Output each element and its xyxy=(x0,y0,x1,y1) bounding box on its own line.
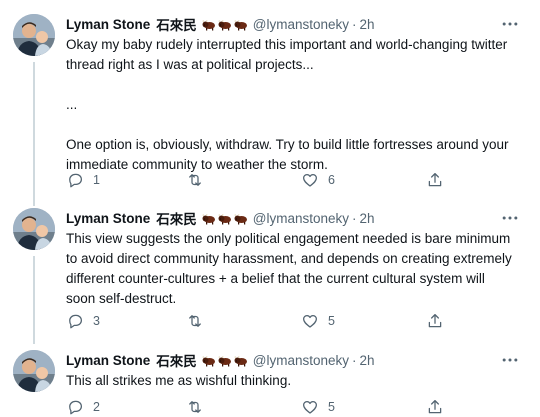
reply-button[interactable]: 3 xyxy=(66,312,186,330)
tweet-actions: 3 5 xyxy=(66,310,461,332)
author-name-cjk[interactable]: 石來民 xyxy=(156,14,197,34)
tweet-text-line: to avoid direct community harassment, an… xyxy=(66,251,512,266)
reply-count: 1 xyxy=(93,173,100,187)
tweet-text-line: thread right as I was at political proje… xyxy=(66,57,314,72)
like-count: 5 xyxy=(328,400,335,414)
share-icon xyxy=(426,398,444,416)
share-button[interactable] xyxy=(426,398,444,416)
bison-emoji-icon xyxy=(202,19,216,30)
share-icon xyxy=(426,171,444,189)
separator-dot: · xyxy=(352,210,357,226)
more-options-button[interactable] xyxy=(500,350,520,370)
timestamp[interactable]: 2h xyxy=(360,353,375,368)
separator-dot: · xyxy=(352,16,357,32)
like-button[interactable]: 5 xyxy=(301,398,426,416)
like-count: 5 xyxy=(328,314,335,328)
avatar[interactable] xyxy=(13,350,55,392)
separator-dot: · xyxy=(352,352,357,368)
author-name[interactable]: Lyman Stone xyxy=(66,17,150,32)
tweet-text-line: This view suggests the only political en… xyxy=(66,231,511,246)
retweet-button[interactable] xyxy=(186,398,301,416)
like-icon xyxy=(301,398,319,416)
reply-count: 3 xyxy=(93,314,100,328)
bison-emoji-icon xyxy=(218,213,232,224)
bison-emoji-icon xyxy=(234,19,248,30)
tweet-header: Lyman Stone 石來民 @lymanstoneky · 2h xyxy=(66,350,520,370)
tweet-text: This all strikes me as wishful thinking. xyxy=(66,371,520,391)
reply-icon xyxy=(66,312,84,330)
like-button[interactable]: 5 xyxy=(301,312,426,330)
bison-emoji-icon xyxy=(202,355,216,366)
tweet-text: Okay my baby rudely interrupted this imp… xyxy=(66,35,520,175)
tweet-text-line: Okay my baby rudely interrupted this imp… xyxy=(66,37,508,52)
bison-emoji-icon xyxy=(234,213,248,224)
retweet-button[interactable] xyxy=(186,312,301,330)
retweet-icon xyxy=(186,312,204,330)
bison-emoji-icon xyxy=(218,19,232,30)
tweet-header: Lyman Stone 石來民 @lymanstoneky · 2h xyxy=(66,14,520,34)
tweet-2[interactable]: Lyman Stone 石來民 @lymanstoneky · 2h This … xyxy=(0,208,540,344)
author-name-cjk[interactable]: 石來民 xyxy=(156,208,197,228)
retweet-icon xyxy=(186,171,204,189)
author-handle[interactable]: @lymanstoneky xyxy=(253,211,349,226)
like-count: 6 xyxy=(328,173,335,187)
tweet-3[interactable]: Lyman Stone 石來民 @lymanstoneky · 2h This … xyxy=(0,350,540,417)
avatar[interactable] xyxy=(13,208,55,250)
tweet-text-line: different counter-cultures + a belief th… xyxy=(66,271,485,286)
author-name[interactable]: Lyman Stone xyxy=(66,353,150,368)
reply-button[interactable]: 2 xyxy=(66,398,186,416)
more-options-button[interactable] xyxy=(500,208,520,228)
reply-icon xyxy=(66,398,84,416)
bison-emoji-icon xyxy=(234,355,248,366)
author-handle[interactable]: @lymanstoneky xyxy=(253,353,349,368)
tweet-text-line: soon self-destruct. xyxy=(66,291,177,306)
tweet-1[interactable]: Lyman Stone 石來民 @lymanstoneky · 2h Okay … xyxy=(0,14,540,206)
author-handle[interactable]: @lymanstoneky xyxy=(253,17,349,32)
more-icon xyxy=(500,208,520,228)
name-emoji-group xyxy=(202,355,248,366)
thread-connector-line xyxy=(33,256,35,344)
like-button[interactable]: 6 xyxy=(301,171,426,189)
avatar-photo-icon xyxy=(13,208,55,250)
tweet-text-line: ... xyxy=(66,97,78,112)
reply-button[interactable]: 1 xyxy=(66,171,186,189)
name-emoji-group xyxy=(202,19,248,30)
share-button[interactable] xyxy=(426,171,444,189)
timestamp[interactable]: 2h xyxy=(360,211,375,226)
tweet-actions: 2 5 xyxy=(66,396,461,417)
retweet-icon xyxy=(186,398,204,416)
thread-connector-line xyxy=(33,62,35,206)
share-button[interactable] xyxy=(426,312,444,330)
tweet-text-line: This all strikes me as wishful thinking. xyxy=(66,373,292,388)
bison-emoji-icon xyxy=(202,213,216,224)
author-name-cjk[interactable]: 石來民 xyxy=(156,350,197,370)
tweet-text-line: One option is, obviously, withdraw. Try … xyxy=(66,137,509,152)
reply-icon xyxy=(66,171,84,189)
more-icon xyxy=(500,14,520,34)
timestamp[interactable]: 2h xyxy=(360,17,375,32)
name-emoji-group xyxy=(202,213,248,224)
retweet-button[interactable] xyxy=(186,171,301,189)
like-icon xyxy=(301,312,319,330)
tweet-header: Lyman Stone 石來民 @lymanstoneky · 2h xyxy=(66,208,520,228)
more-icon xyxy=(500,350,520,370)
tweet-actions: 1 6 xyxy=(66,169,461,191)
author-name[interactable]: Lyman Stone xyxy=(66,211,150,226)
avatar[interactable] xyxy=(13,14,55,56)
bison-emoji-icon xyxy=(218,355,232,366)
reply-count: 2 xyxy=(93,400,100,414)
avatar-photo-icon xyxy=(13,14,55,56)
tweet-text: This view suggests the only political en… xyxy=(66,229,520,309)
share-icon xyxy=(426,312,444,330)
more-options-button[interactable] xyxy=(500,14,520,34)
avatar-photo-icon xyxy=(13,350,55,392)
like-icon xyxy=(301,171,319,189)
